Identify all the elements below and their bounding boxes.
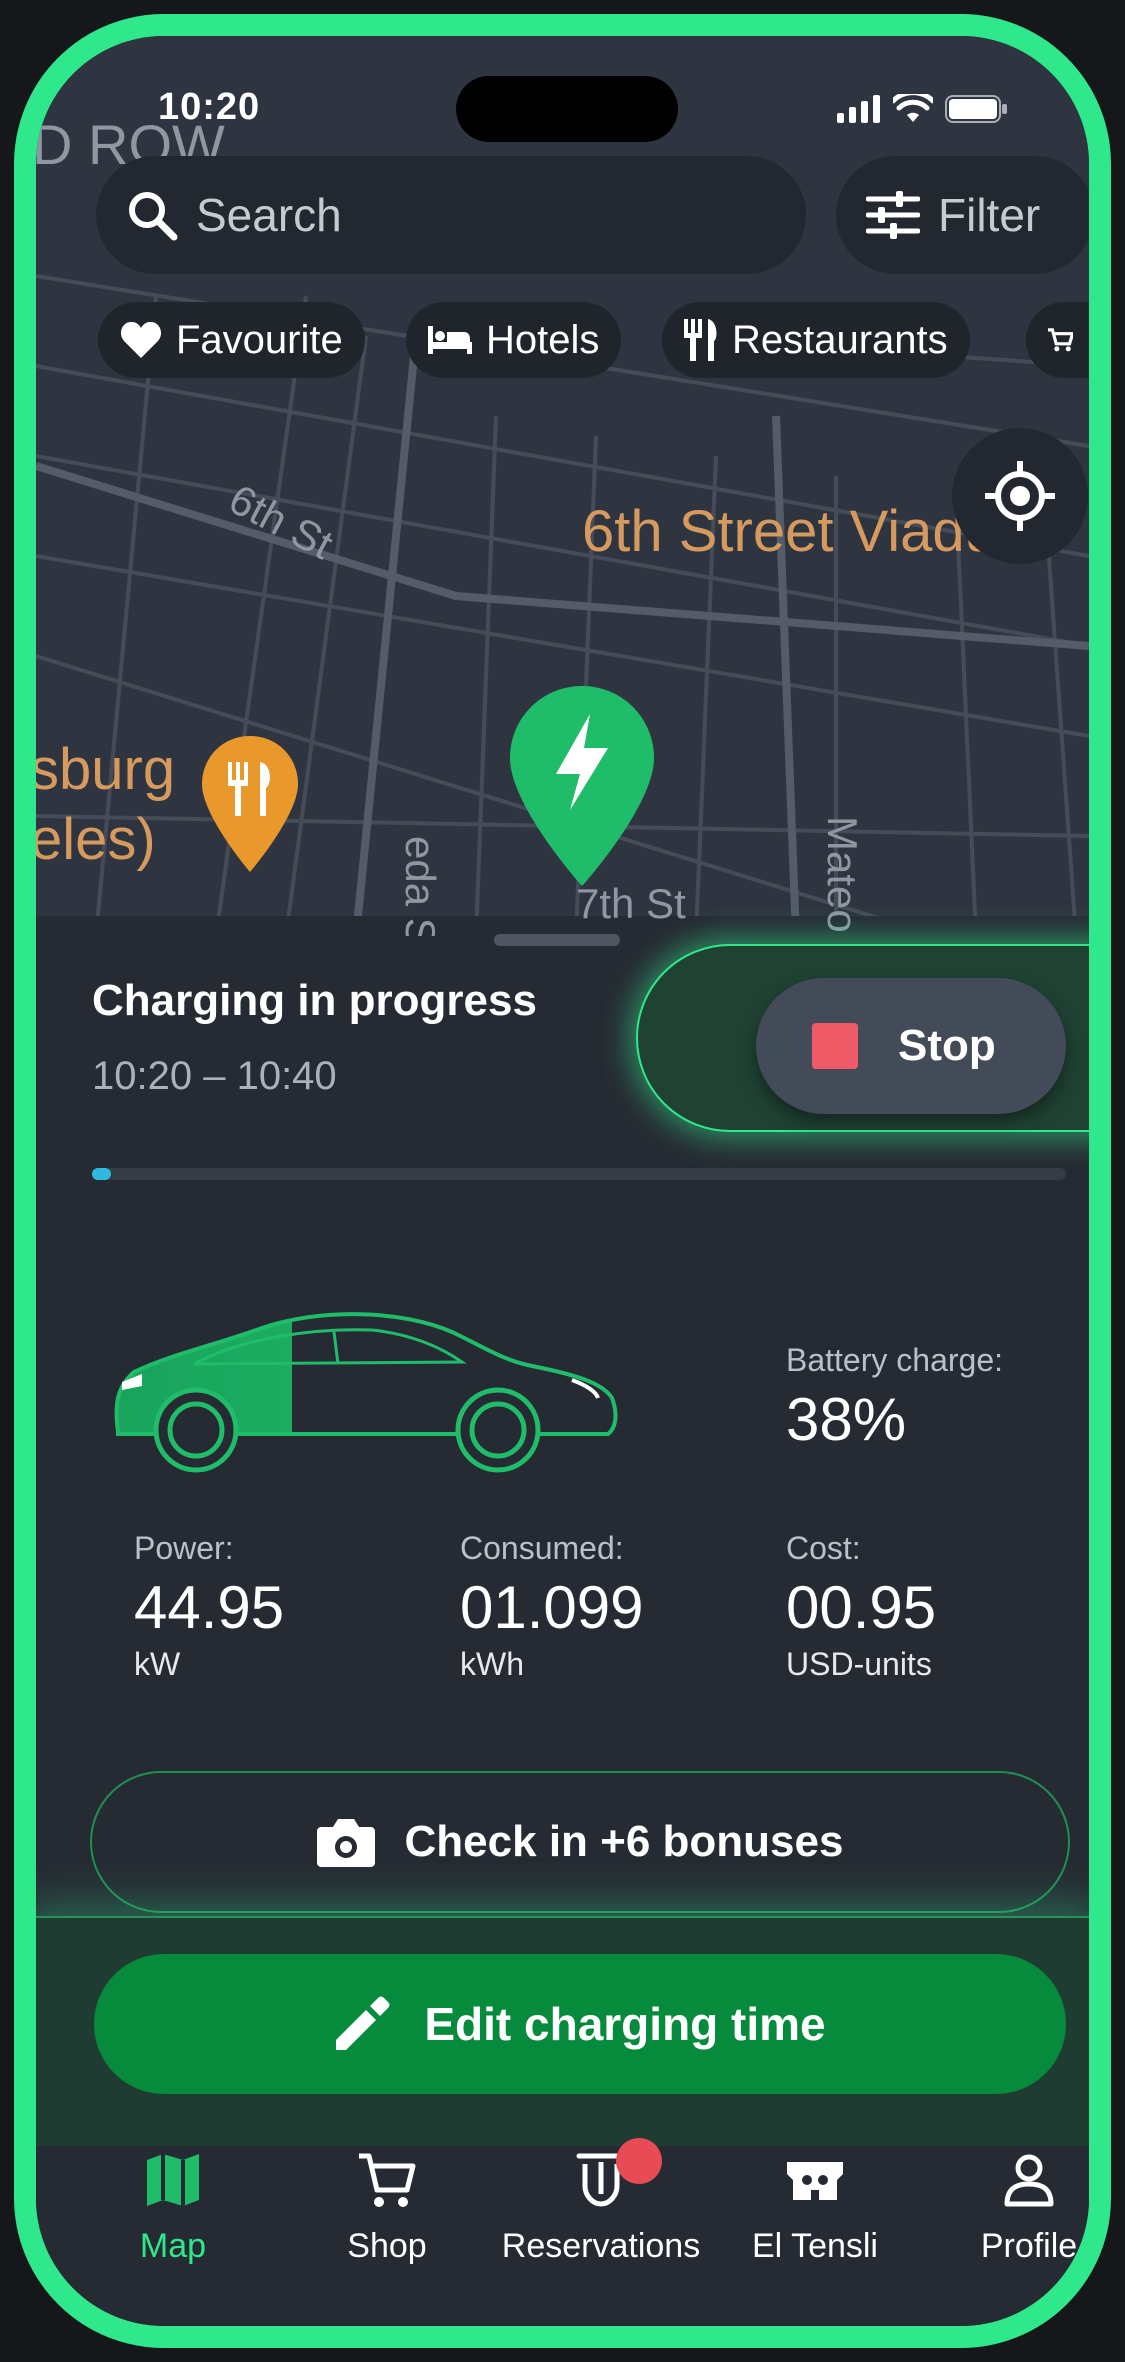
map-icon (147, 2154, 199, 2206)
phone-frame: D ROW 6th St 6th Street Viaduct sburg el… (14, 14, 1111, 2348)
charger-pin-icon[interactable] (510, 686, 654, 886)
search-icon (129, 192, 178, 241)
charging-title: Charging in progress (92, 976, 537, 1025)
status-time: 10:20 (158, 86, 261, 128)
tab-label: El Tensli (752, 2227, 878, 2265)
checkin-button[interactable]: Check in +6 bonuses (90, 1771, 1070, 1913)
dynamic-island (456, 76, 678, 142)
battery-stat: Battery charge: 38% (786, 1342, 1003, 1454)
signal-icon (837, 95, 880, 123)
locate-button[interactable] (952, 428, 1088, 564)
map-label: eda St (397, 836, 444, 936)
tab-profile[interactable]: Profile (924, 2150, 1089, 2266)
filter-label: Filter (938, 189, 1041, 241)
notification-badge (616, 2138, 662, 2184)
tab-label: Map (139, 2227, 207, 2265)
consumed-unit: kWh (460, 1646, 524, 1682)
chip-label: Hotels (486, 317, 600, 362)
status-icons (837, 94, 1009, 124)
cart-icon (359, 2153, 416, 2207)
car-icon (114, 1312, 618, 1473)
tab-map[interactable]: Map (68, 2150, 278, 2266)
fork-knife-icon (684, 319, 717, 361)
filter-button[interactable]: Filter (836, 156, 1089, 274)
tab-shop[interactable]: Shop (282, 2150, 492, 2266)
pencil-icon (336, 1996, 390, 2050)
map-label: Mateo (819, 816, 866, 933)
cart-icon (1048, 328, 1074, 352)
search-input[interactable]: Search (96, 156, 806, 274)
crosshair-icon (985, 461, 1055, 531)
tab-reservations[interactable]: Reservations (496, 2150, 706, 2266)
consumed-value: 01.099 (460, 1574, 644, 1641)
charging-time-range: 10:20 – 10:40 (92, 1054, 337, 1098)
battery-value: 38% (786, 1386, 907, 1453)
charging-progress-fill (92, 1168, 112, 1180)
consumed-key: Consumed: (460, 1530, 624, 1566)
cost-unit: USD-units (786, 1646, 932, 1682)
charging-progress-bar (92, 1168, 1066, 1180)
stop-label: Stop (898, 1021, 996, 1070)
filter-icon (866, 191, 920, 239)
battery-icon (945, 95, 1007, 123)
person-icon (1004, 2154, 1054, 2207)
wifi-icon (893, 94, 933, 122)
power-value: 44.95 (134, 1574, 285, 1641)
consumed-stat: Consumed: 01.099 kWh (460, 1530, 644, 1683)
power-stat: Power: 44.95 kW (134, 1530, 284, 1683)
edit-charging-time-button[interactable]: Edit charging time (94, 1954, 1066, 2094)
chip-restaurants[interactable]: Restaurants (662, 302, 970, 378)
power-unit: kW (134, 1646, 181, 1682)
cost-key: Cost: (786, 1530, 861, 1566)
restaurant-pin-icon[interactable] (202, 736, 298, 872)
stop-icon (812, 1023, 858, 1069)
chip-label: Restaurants (732, 317, 948, 362)
tab-label: Profile (980, 2227, 1078, 2265)
chip-shop[interactable]: S (1026, 302, 1089, 378)
chip-favourite[interactable]: Favourite (98, 302, 365, 378)
search-placeholder: Search (196, 189, 342, 241)
map-label: 7th St (576, 880, 686, 927)
map-label: sburg (36, 737, 176, 802)
tab-el-tensli[interactable]: El Tensli (710, 2150, 920, 2266)
tab-label: Reservations (501, 2227, 701, 2265)
cost-stat: Cost: 00.95 USD-units (786, 1530, 936, 1683)
camera-icon (316, 1819, 375, 1867)
bed-icon (428, 326, 472, 354)
power-key: Power: (134, 1530, 234, 1566)
edit-label: Edit charging time (424, 1998, 826, 2050)
home-indicator[interactable] (378, 2326, 764, 2340)
chip-label: Favourite (176, 317, 343, 362)
tab-label: Shop (347, 2227, 427, 2265)
sheet-handle[interactable] (494, 934, 620, 946)
chip-hotels[interactable]: Hotels (406, 302, 622, 378)
map-label: eles) (36, 807, 156, 872)
chip-label: S (1087, 318, 1089, 363)
checkin-label: Check in +6 bonuses (404, 1817, 844, 1866)
heart-icon (120, 321, 162, 358)
stop-button[interactable]: Stop (756, 978, 1066, 1114)
cost-value: 00.95 (786, 1574, 937, 1641)
robot-icon (787, 2162, 843, 2200)
status-bar: 10:20 (36, 36, 1089, 156)
battery-key: Battery charge: (786, 1342, 1003, 1378)
